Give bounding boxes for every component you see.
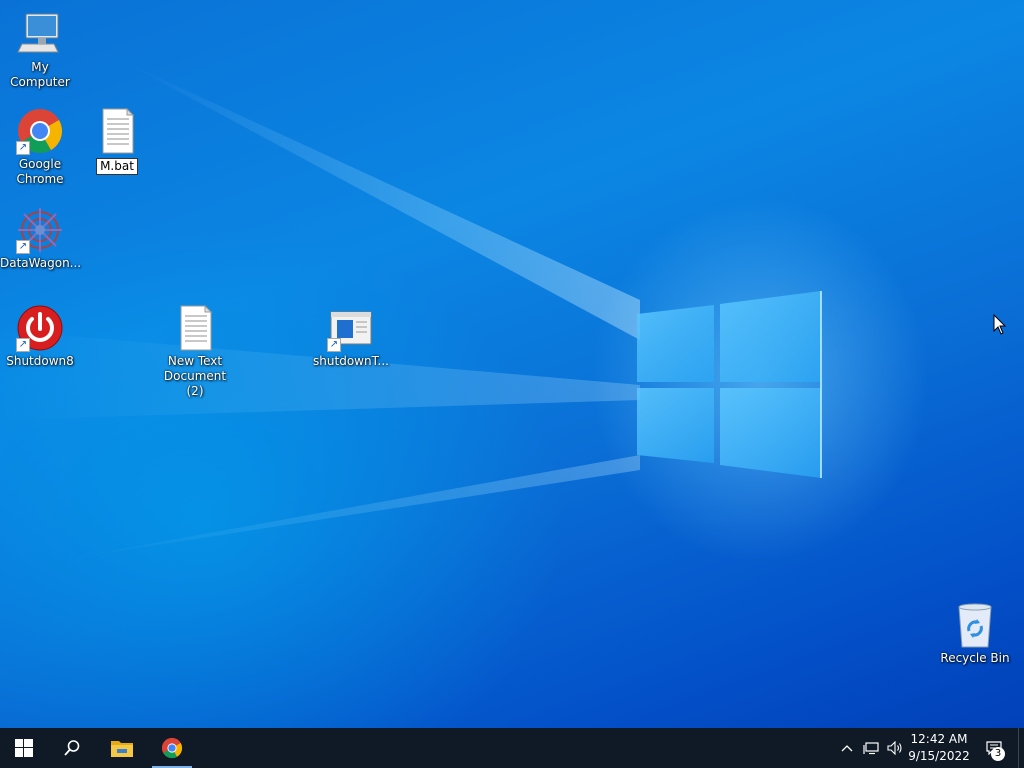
- speaker-icon: [887, 741, 902, 755]
- taskbar-clock[interactable]: 12:42 AM 9/15/2022: [906, 731, 972, 765]
- network-icon: [863, 742, 879, 755]
- notification-count-badge: 3: [991, 747, 1005, 761]
- computer-icon: [17, 13, 59, 53]
- shortcut-arrow-icon: ↗: [16, 141, 30, 155]
- clock-time: 12:42 AM: [910, 732, 968, 746]
- desktop-background[interactable]: My Computer ↗ Google Chrome M.bat ↗ Data…: [0, 0, 1024, 728]
- recycle-bin-icon: [958, 603, 992, 648]
- m-bat-label: M.bat: [96, 158, 138, 175]
- show-hidden-icons-button[interactable]: [838, 728, 856, 768]
- my-computer-label: My Computer: [10, 60, 70, 89]
- chrome-taskbar-button[interactable]: [148, 728, 196, 768]
- shortcut-arrow-icon: ↗: [327, 338, 341, 352]
- show-desktop-button[interactable]: [1018, 728, 1024, 768]
- start-button[interactable]: [0, 728, 48, 768]
- google-chrome-shortcut[interactable]: ↗ Google Chrome: [0, 107, 80, 187]
- shutdownt-label: shutdownT...: [313, 354, 389, 368]
- recycle-bin-label: Recycle Bin: [940, 651, 1010, 665]
- text-file-icon: [102, 107, 135, 154]
- shortcut-arrow-icon: ↗: [16, 240, 30, 254]
- clock-date: 9/15/2022: [908, 749, 970, 763]
- m-bat-file[interactable]: M.bat: [77, 107, 157, 175]
- chrome-icon: [161, 737, 183, 759]
- chevron-up-icon: [841, 745, 853, 752]
- search-button[interactable]: [48, 728, 96, 768]
- text-file-icon: [180, 304, 213, 351]
- google-chrome-label: Google Chrome: [16, 157, 64, 186]
- search-icon: [64, 740, 80, 756]
- recycle-bin-icon-tile[interactable]: Recycle Bin: [935, 601, 1015, 666]
- file-explorer-taskbar-button[interactable]: [98, 728, 146, 768]
- windows-start-icon: [15, 739, 33, 757]
- volume-button[interactable]: [884, 728, 906, 768]
- shortcut-arrow-icon: ↗: [16, 338, 30, 352]
- folder-icon: [111, 741, 133, 757]
- new-text-document-file[interactable]: New Text Document (2): [155, 304, 235, 399]
- shutdown8-label: Shutdown8: [6, 354, 74, 368]
- shutdownt-shortcut[interactable]: ↗ shutdownT...: [311, 304, 391, 369]
- network-button[interactable]: [860, 728, 882, 768]
- datawagon-label: DataWagon...: [0, 256, 82, 270]
- shutdown8-shortcut[interactable]: ↗ Shutdown8: [0, 304, 80, 369]
- datawagon-shortcut[interactable]: ↗ DataWagon...: [0, 206, 82, 271]
- new-text-document-label: New Text Document (2): [163, 354, 227, 398]
- taskbar: 12:42 AM 9/15/2022: [0, 728, 1024, 768]
- mouse-cursor-icon: [993, 314, 1007, 335]
- my-computer-icon-tile[interactable]: My Computer: [0, 10, 80, 90]
